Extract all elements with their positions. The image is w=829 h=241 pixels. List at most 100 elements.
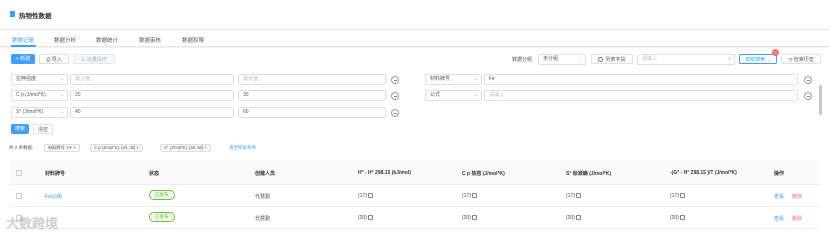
delete-link[interactable]: 删除	[792, 193, 802, 200]
filter-tag-label: 材料牌号: Fe	[48, 145, 72, 150]
history-icon: ◷	[788, 57, 793, 63]
enthalpy-cell[interactable]: (17)	[358, 193, 373, 199]
heat-capacity-cell[interactable]: (20)	[462, 215, 477, 221]
cell-value: (20)	[462, 215, 471, 221]
filter-field-select[interactable]: 拉伸强度 ⌄	[11, 74, 68, 85]
cell-value: (20)	[358, 215, 367, 221]
tab-records[interactable]: 数据记录	[12, 36, 34, 44]
filter-min-input[interactable]: 最小值	[70, 74, 234, 85]
tab-review[interactable]: 数据审核	[139, 36, 161, 44]
column-header[interactable]: 状态	[149, 170, 159, 177]
filter-min-input[interactable]: 40	[70, 107, 234, 118]
filter-scrollbar[interactable]	[819, 85, 822, 115]
delete-link[interactable]: 删除	[792, 215, 802, 222]
filter-field-select[interactable]: 材料牌号 ⌄	[425, 74, 482, 85]
tab-analysis[interactable]: 数据分析	[54, 36, 76, 44]
new-button[interactable]: + 新建	[11, 54, 35, 64]
table-row[interactable]: Fe(s)相 已发布 代慧勤 (17) (17) (17) (17) 查看 删除	[10, 186, 819, 207]
header: 热物性数据	[0, 0, 829, 30]
filter-field-select[interactable]: 公式 ⌄	[425, 90, 482, 101]
import-button[interactable]: ⎙ 导入	[39, 54, 69, 64]
column-header[interactable]: C p 热容 (J/mol*K)	[462, 170, 505, 177]
table-icon	[575, 215, 581, 220]
filter-field-select[interactable]: S° (J/mol*K) ⌄	[11, 107, 68, 118]
group-value: 未分组	[543, 56, 559, 62]
batch-operation-button[interactable]: ☰ 批量操作	[73, 54, 115, 64]
chevron-down-icon: ⌄	[473, 92, 478, 98]
filter-tag[interactable]: C p (J/mol*K): [20, 30] ×	[90, 144, 143, 152]
view-link[interactable]: 查看	[774, 193, 784, 200]
row-checkbox[interactable]	[16, 193, 22, 199]
column-header[interactable]: H° - H° 298.15 (kJ/mol)	[358, 170, 411, 176]
view-link[interactable]: 查看	[774, 215, 784, 222]
table-icon	[575, 193, 581, 198]
import-icon: ⎙	[46, 57, 51, 63]
formula-input[interactable]: 请输入	[484, 90, 798, 101]
material-grade-input[interactable]: Fe	[484, 74, 798, 85]
table-row[interactable]: 已发布 代慧勤 (20) (20) (20) (20) 查看 删除	[10, 208, 819, 229]
page-title: 热物性数据	[19, 13, 52, 20]
creator: 代慧勤	[255, 216, 271, 222]
table-icon	[471, 193, 477, 198]
remove-filter-icon[interactable]	[804, 92, 812, 100]
remove-filter-icon[interactable]	[391, 109, 399, 117]
entropy-cell[interactable]: (20)	[566, 215, 581, 221]
chevron-down-icon: ⌄	[59, 109, 64, 115]
status-badge: 已发布	[149, 212, 175, 222]
creator: 代慧勤	[255, 194, 271, 200]
result-count: 共 2 条数据:	[9, 145, 34, 150]
search-button[interactable]: 搜索	[11, 124, 29, 134]
clear-button[interactable]: 清空	[33, 124, 53, 134]
select-all-checkbox[interactable]	[16, 170, 22, 176]
status-badge: 已发布	[149, 190, 175, 200]
column-header[interactable]: 创建人员	[255, 170, 275, 177]
filter-min-input[interactable]: 20	[70, 90, 234, 101]
chevron-down-icon: ⌄	[59, 76, 64, 82]
cell-value: (20)	[670, 215, 679, 221]
remove-filter-icon[interactable]	[391, 76, 399, 84]
group-select[interactable]: 未分组 ⌄	[538, 54, 586, 65]
filter-max-input[interactable]: 30	[238, 90, 386, 101]
search-placeholder: 请输入	[642, 56, 658, 62]
filter-tag[interactable]: S° (J/mol*K): [40, 60] ×	[160, 144, 211, 152]
cell-value: (17)	[462, 193, 471, 199]
table-icon	[367, 215, 373, 220]
cell-value: (17)	[566, 193, 575, 199]
material-name-link[interactable]: Fe(s)相	[45, 193, 62, 200]
filter-field-value: 公式	[430, 92, 441, 98]
filter-field-value: 拉伸强度	[16, 76, 37, 82]
chevron-down-icon: ⌄	[473, 76, 478, 82]
tab-statistics[interactable]: 数据统计	[96, 36, 118, 44]
remove-filter-icon[interactable]	[804, 76, 812, 84]
filter-tag[interactable]: 材料牌号: Fe ×	[44, 144, 80, 152]
search-input[interactable]: 请输入 ⌕	[637, 54, 735, 65]
cell-value: (17)	[358, 193, 367, 199]
remove-filter-icon[interactable]	[391, 92, 399, 100]
gear-icon	[598, 57, 604, 62]
chevron-down-icon: ⌄	[59, 92, 64, 98]
group-label: 数据分组	[512, 57, 533, 63]
search-history-button[interactable]: ◷ 检索历史	[781, 54, 821, 64]
filter-max-input[interactable]: 最大值	[238, 74, 386, 85]
columns-button[interactable]: 列表字段	[591, 54, 633, 64]
heat-capacity-cell[interactable]: (17)	[462, 193, 477, 199]
entropy-cell[interactable]: (17)	[566, 193, 581, 199]
filter-field-select[interactable]: C p (J/mol*K) ⌄	[11, 90, 68, 101]
cell-value: (20)	[566, 215, 575, 221]
chevron-down-icon: ⌄	[577, 56, 582, 62]
watermark: 大数跨境	[6, 216, 59, 231]
tab-permissions[interactable]: 数据权限	[182, 36, 204, 44]
gibbs-cell[interactable]: (17)	[670, 193, 685, 199]
advanced-search-button[interactable]: 高级搜索 ⌄	[739, 54, 777, 64]
import-label: 导入	[51, 57, 62, 63]
column-header[interactable]: -(G° - H° 298.15 )/T (J/mol*K)	[670, 170, 737, 176]
column-header[interactable]: S° 标准熵 (J/mol*K)	[566, 170, 611, 177]
column-header[interactable]: 材料牌号	[45, 170, 65, 177]
history-label: 检索历史	[793, 57, 814, 63]
clear-conditions-link[interactable]: 清空检索条件	[229, 145, 256, 151]
enthalpy-cell[interactable]: (20)	[358, 215, 373, 221]
advanced-search-badge: 3	[772, 49, 779, 56]
gibbs-cell[interactable]: (20)	[670, 215, 685, 221]
filter-max-input[interactable]: 60	[238, 107, 386, 118]
filter-field-value: C p (J/mol*K)	[16, 92, 46, 98]
